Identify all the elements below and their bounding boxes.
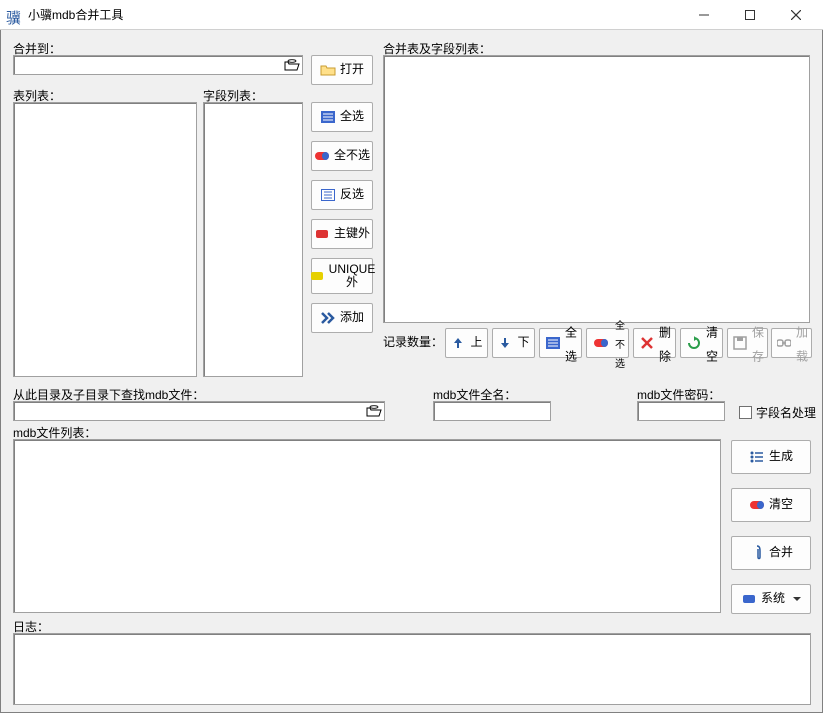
add-button[interactable]: 添加 — [311, 303, 373, 333]
mdb-password-input[interactable] — [637, 401, 725, 421]
floppy-icon — [732, 335, 748, 351]
open-button-label: 打开 — [340, 63, 364, 76]
down-label: 下 — [517, 336, 529, 349]
up-button[interactable]: 上 — [445, 328, 488, 358]
folder-open-icon[interactable] — [284, 59, 300, 71]
row-select-none-label: 全 不 选 — [613, 320, 623, 367]
red-block-icon — [314, 226, 330, 242]
down-button[interactable]: 下 — [492, 328, 535, 358]
label-record-count: 记录数量： — [383, 333, 443, 350]
pill-icon — [749, 497, 765, 513]
client-area: 合并到： 表列表： 字段列表： 打开 全选 全不选 反选 主键外 — [0, 30, 823, 713]
list-blue-icon — [545, 335, 561, 351]
clear-button[interactable]: 清 空 — [680, 328, 723, 358]
minimize-button[interactable] — [681, 0, 727, 30]
save-label: 保 存 — [752, 326, 764, 361]
merge-table-field-list[interactable] — [383, 55, 810, 323]
delete-button[interactable]: 删 除 — [633, 328, 676, 358]
window-title: 小骥mdb合并工具 — [28, 6, 681, 23]
maximize-button[interactable] — [727, 0, 773, 30]
select-all-label: 全选 — [340, 110, 364, 123]
generate-button[interactable]: 生成 — [731, 440, 811, 474]
table-list[interactable] — [13, 102, 197, 377]
load-label: 加 载 — [796, 326, 808, 361]
save-button[interactable]: 保 存 — [727, 328, 768, 358]
folder-icon — [320, 62, 336, 78]
merge-label: 合并 — [769, 546, 793, 559]
except-unique-label: UNIQUE 外 — [329, 263, 376, 289]
list-outline-icon — [320, 187, 336, 203]
x-red-icon — [639, 335, 655, 351]
select-all-button[interactable]: 全选 — [311, 102, 373, 132]
delete-label: 删 除 — [659, 326, 671, 361]
fieldname-process-checkbox[interactable]: 字段名处理 — [739, 404, 816, 421]
checkbox-box — [739, 406, 752, 419]
yellow-block-icon — [309, 268, 325, 284]
close-button[interactable] — [773, 0, 819, 30]
folder-open-icon[interactable] — [366, 405, 382, 417]
up-label: 上 — [470, 336, 482, 349]
system-button[interactable]: 系统 — [731, 584, 811, 614]
pill-icon — [593, 335, 609, 351]
clear2-button[interactable]: 清空 — [731, 488, 811, 522]
field-list[interactable] — [203, 102, 303, 377]
link-icon — [776, 335, 792, 351]
row-select-all-label: 全 选 — [565, 326, 577, 361]
merge-button[interactable]: 合并 — [731, 536, 811, 570]
except-unique-button[interactable]: UNIQUE 外 — [311, 258, 373, 294]
paperclip-icon — [749, 545, 765, 561]
list-dots-icon — [749, 449, 765, 465]
app-icon: 骥 — [6, 7, 22, 23]
open-button[interactable]: 打开 — [311, 55, 373, 85]
clear2-label: 清空 — [769, 498, 793, 511]
titlebar: 骥 小骥mdb合并工具 — [0, 0, 823, 30]
invert-label: 反选 — [340, 188, 364, 201]
load-button[interactable]: 加 载 — [771, 328, 812, 358]
search-dir-input[interactable] — [13, 401, 385, 421]
except-pk-label: 主键外 — [334, 227, 370, 240]
except-pk-button[interactable]: 主键外 — [311, 219, 373, 249]
merge-to-input[interactable] — [13, 55, 303, 75]
invert-button[interactable]: 反选 — [311, 180, 373, 210]
mdb-file-list[interactable] — [13, 439, 721, 613]
mdb-fullname-input[interactable] — [433, 401, 551, 421]
log-box[interactable] — [13, 633, 811, 705]
refresh-icon — [686, 335, 702, 351]
chevron-down-icon — [793, 597, 801, 601]
blue-block-icon — [741, 591, 757, 607]
row-select-none-button[interactable]: 全 不 选 — [586, 328, 629, 358]
list-blue-icon — [320, 109, 336, 125]
add-label: 添加 — [340, 311, 364, 324]
clear-label: 清 空 — [706, 326, 718, 361]
select-none-button[interactable]: 全不选 — [311, 141, 373, 171]
fieldname-process-label: 字段名处理 — [756, 404, 816, 421]
double-arrow-right-icon — [320, 310, 336, 326]
pill-icon — [314, 148, 330, 164]
generate-label: 生成 — [769, 450, 793, 463]
arrow-up-icon — [450, 335, 466, 351]
system-label: 系统 — [761, 592, 785, 605]
row-select-all-button[interactable]: 全 选 — [539, 328, 582, 358]
select-none-label: 全不选 — [334, 149, 370, 162]
arrow-down-icon — [497, 335, 513, 351]
